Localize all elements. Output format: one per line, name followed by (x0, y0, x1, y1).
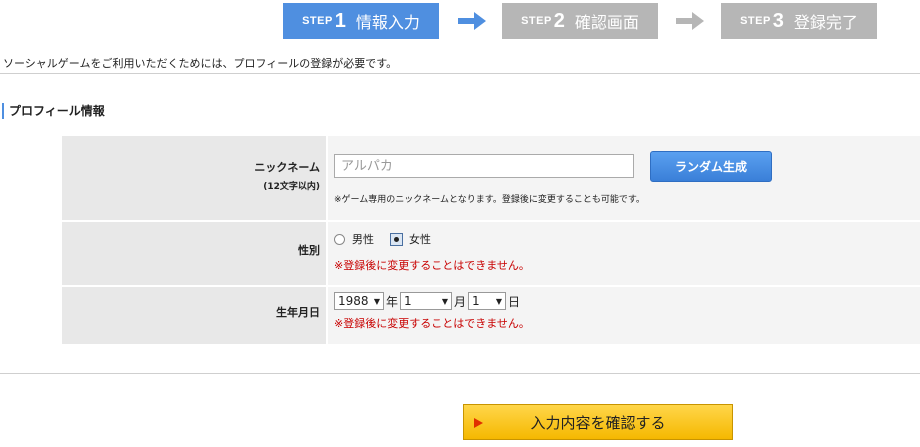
step-1-name: 情報入力 (355, 13, 420, 32)
step-1-number: 1 (334, 9, 346, 32)
divider (0, 373, 920, 374)
gender-field-cell: 男性 女性 ※登録後に変更することはできません。 (328, 222, 920, 285)
gender-warning: ※登録後に変更することはできません。 (334, 259, 530, 272)
step-2-number: 2 (553, 9, 565, 32)
arrow-right-icon (676, 12, 704, 30)
chevron-down-icon: ▼ (373, 296, 380, 306)
step-3-name: 登録完了 (793, 13, 858, 32)
divider (0, 73, 920, 74)
day-unit: 日 (508, 294, 521, 309)
gender-female-label[interactable]: 女性 (409, 231, 431, 247)
step-2-name: 確認画面 (574, 13, 639, 32)
step-3: STEP 3 登録完了 (721, 3, 877, 39)
confirm-button-label: 入力内容を確認する (530, 413, 666, 432)
arrow-right-icon (458, 12, 486, 30)
gender-radio-group: 男性 女性 (334, 231, 431, 247)
birth-year-value: 1988 (338, 294, 369, 308)
nickname-sublabel: (12文字以内) (263, 182, 320, 192)
nickname-input[interactable] (334, 154, 634, 178)
birth-month-select[interactable]: 1 ▼ (400, 292, 453, 310)
nickname-row: ニックネーム (12文字以内) ランダム生成 ※ゲーム専用のニックネームとなりま… (62, 136, 920, 222)
gender-label: 性別 (298, 244, 320, 257)
play-arrow-icon (474, 418, 483, 428)
year-unit: 年 (386, 294, 399, 309)
birthdate-label: 生年月日 (276, 306, 320, 319)
birth-day-select[interactable]: 1 ▼ (468, 292, 507, 310)
gender-label-cell: 性別 (62, 222, 328, 285)
gender-female-radio[interactable] (390, 232, 403, 246)
step-3-label: STEP (740, 15, 771, 27)
section-title: プロフィール情報 (2, 103, 105, 119)
intro-text: ソーシャルゲームをご利用いただくためには、プロフィールの登録が必要です。 (3, 57, 398, 70)
nickname-label: ニックネーム (254, 161, 320, 174)
nickname-field-cell: ランダム生成 ※ゲーム専用のニックネームとなります。登録後に変更することも可能で… (328, 136, 920, 220)
step-3-number: 3 (772, 9, 784, 32)
profile-form: ニックネーム (12文字以内) ランダム生成 ※ゲーム専用のニックネームとなりま… (62, 136, 920, 346)
step-1-label: STEP (302, 15, 333, 27)
birthdate-selects: 1988 ▼ 年 1 ▼ 月 1 ▼ 日 (334, 292, 522, 310)
chevron-down-icon: ▼ (495, 296, 503, 306)
birthdate-field-cell: 1988 ▼ 年 1 ▼ 月 1 ▼ 日 ※登録後に変更することはできません。 (328, 287, 920, 344)
gender-male-label[interactable]: 男性 (352, 231, 374, 247)
birth-day-value: 1 (472, 294, 480, 308)
birthdate-row: 生年月日 1988 ▼ 年 1 ▼ 月 1 ▼ 日 ※登録後に変更することはでき… (62, 287, 920, 346)
chevron-down-icon: ▼ (441, 296, 449, 306)
gender-male-radio[interactable] (334, 233, 345, 245)
step-1: STEP 1 情報入力 (283, 3, 439, 39)
birth-year-select[interactable]: 1988 ▼ (334, 292, 384, 310)
nickname-note: ※ゲーム専用のニックネームとなります。登録後に変更することも可能です。 (334, 195, 645, 205)
gender-row: 性別 男性 女性 ※登録後に変更することはできません。 (62, 222, 920, 287)
confirm-button[interactable]: 入力内容を確認する (463, 404, 733, 440)
step-2: STEP 2 確認画面 (502, 3, 658, 39)
step-2-label: STEP (521, 15, 552, 27)
random-generate-button[interactable]: ランダム生成 (650, 151, 772, 182)
month-unit: 月 (454, 294, 467, 309)
nickname-label-cell: ニックネーム (12文字以内) (62, 136, 328, 220)
birth-month-value: 1 (404, 294, 412, 308)
birthdate-warning: ※登録後に変更することはできません。 (334, 317, 530, 330)
birthdate-label-cell: 生年月日 (62, 287, 328, 344)
